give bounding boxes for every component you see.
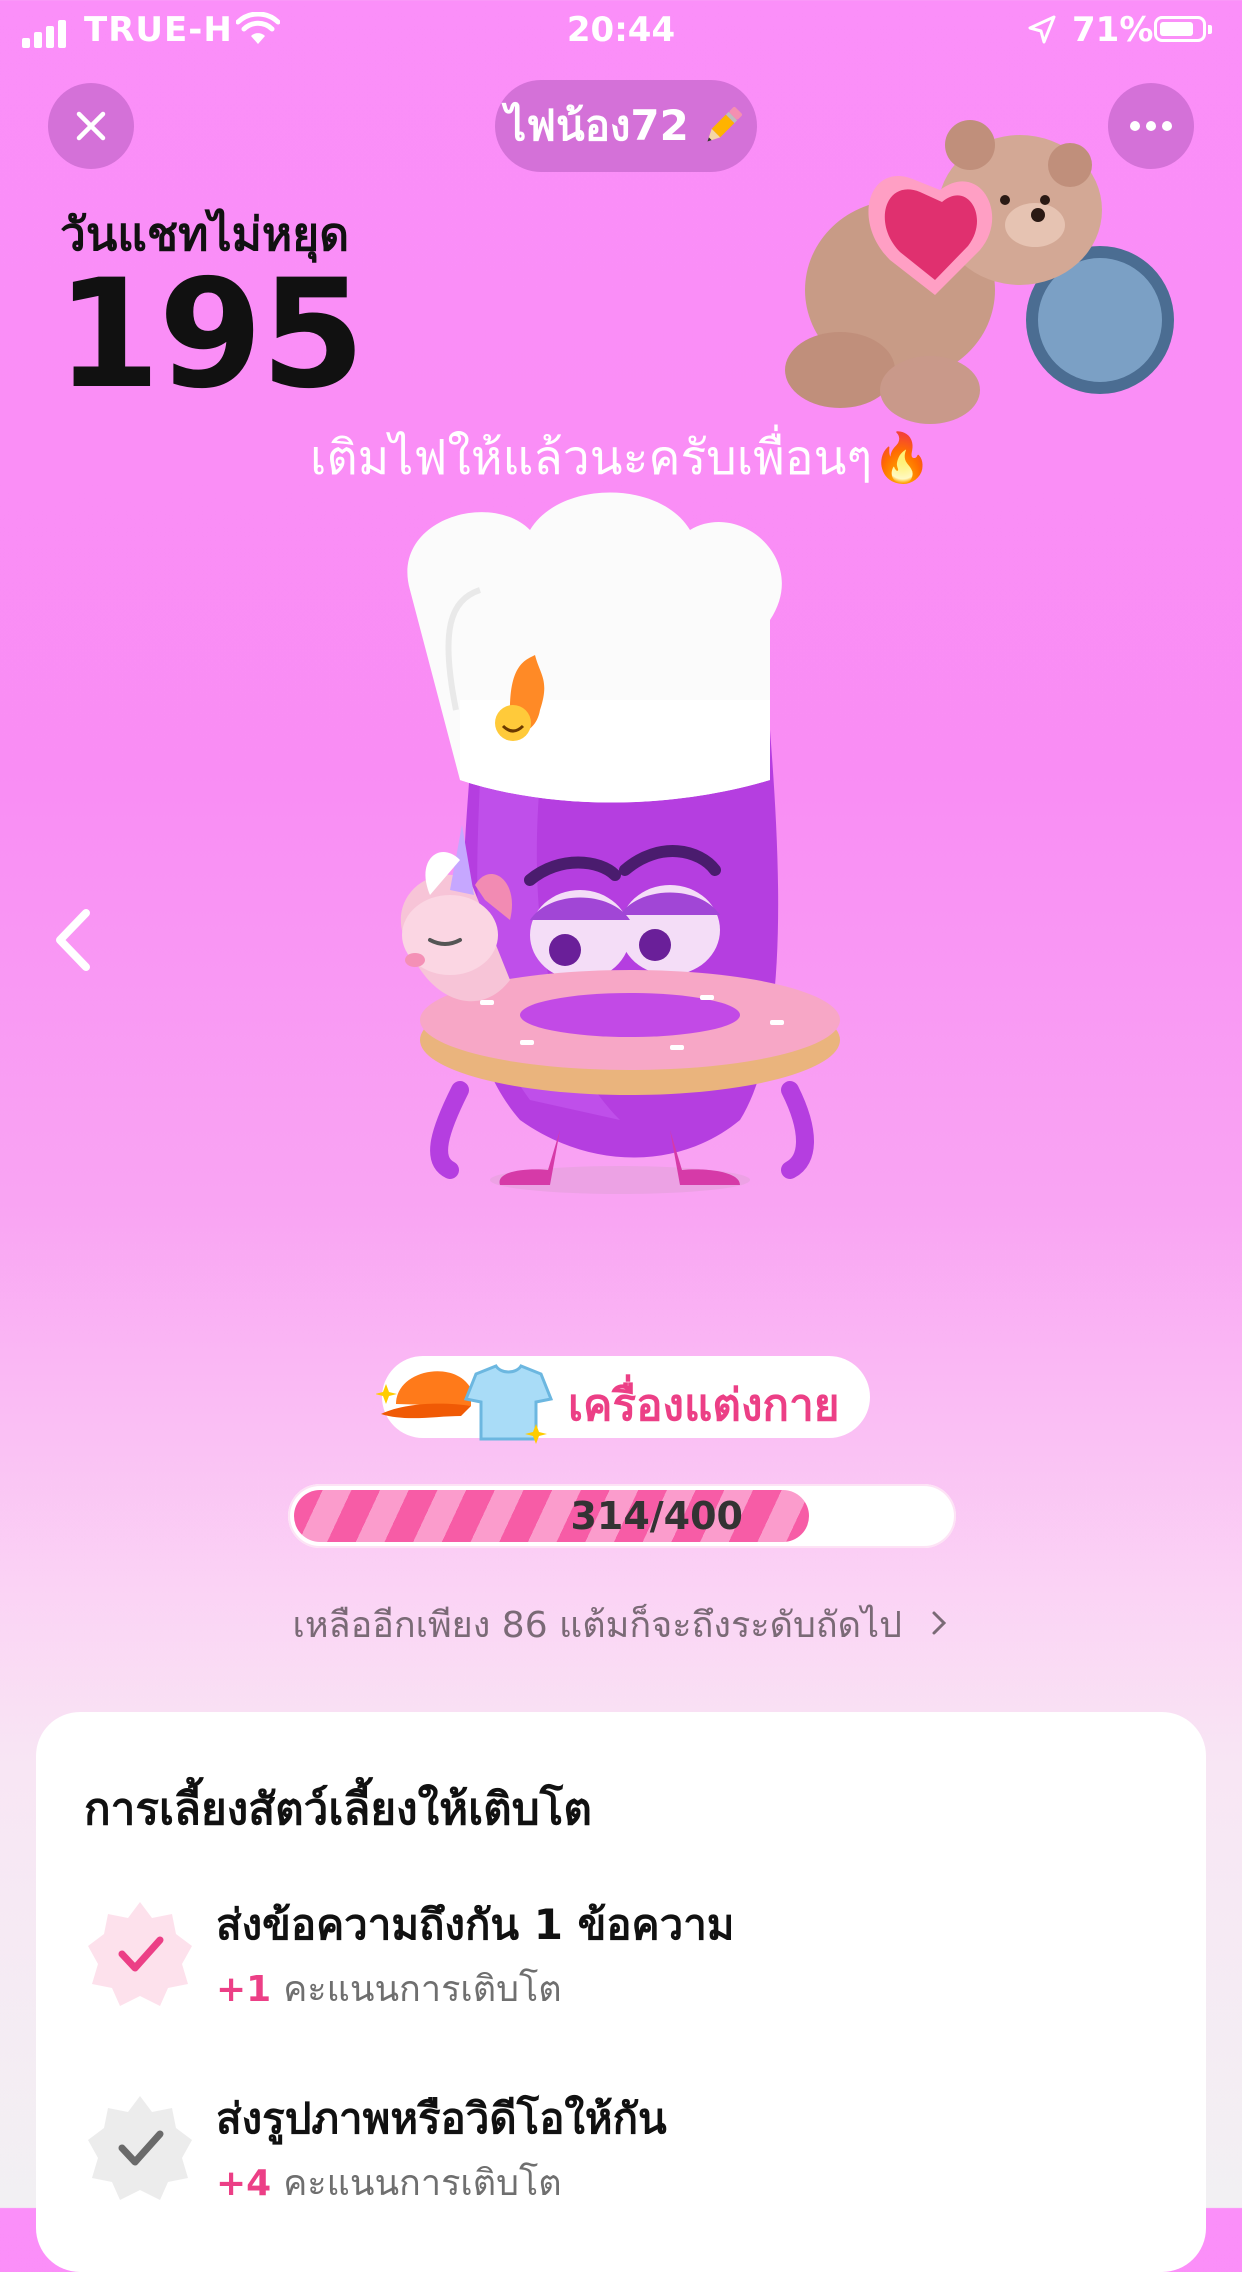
remaining-points-text: เหลืออีกเพียง 86 แต้มก็จะถึงระดับถัดไป xyxy=(292,1605,903,1646)
chevron-right-icon xyxy=(929,1605,949,1646)
status-bar: TRUE-H 20:44 71% xyxy=(0,0,1242,62)
growth-progress-bar: 314/400 xyxy=(288,1484,956,1548)
tshirt-icon xyxy=(463,1364,554,1441)
task-title: ส่งรูปภาพหรือวิดีโอให้กัน xyxy=(216,2094,667,2143)
previous-arrow-icon[interactable] xyxy=(48,905,98,975)
check-badge-icon xyxy=(88,1902,192,2006)
battery-icon xyxy=(1154,16,1212,42)
growth-card-heading: การเลี้ยงสัตว์เลี้ยงให้เติบโต xyxy=(84,1784,592,1835)
task-points-value: +4 xyxy=(216,2163,272,2204)
battery-percent: 71% xyxy=(1072,10,1154,50)
task-points: +4 คะแนนการเติบโต xyxy=(216,2154,562,2211)
task-points-value: +1 xyxy=(216,1969,272,2010)
task-item: ส่งรูปภาพหรือวิดีโอให้กัน +4 คะแนนการเติบ… xyxy=(84,2074,1154,2224)
task-item: ส่งข้อความถึงกัน 1 ข้อความ +1 คะแนนการเติ… xyxy=(84,1880,1154,2030)
close-button[interactable] xyxy=(48,83,134,169)
accessory-icons xyxy=(376,1364,554,1444)
friend-avatar-teddy-bear[interactable] xyxy=(780,120,1200,450)
next-level-link[interactable]: เหลืออีกเพียง 86 แต้มก็จะถึงระดับถัดไป xyxy=(0,1596,1242,1653)
task-title: ส่งข้อความถึงกัน 1 ข้อความ xyxy=(216,1900,735,1949)
accessory-button[interactable]: เครื่องแต่งกาย xyxy=(376,1356,870,1444)
cap-icon xyxy=(381,1371,471,1419)
task-points: +1 คะแนนการเติบโต xyxy=(216,1960,562,2017)
accessory-label: เครื่องแต่งกาย xyxy=(568,1380,840,1431)
growth-tasks-card: การเลี้ยงสัตว์เลี้ยงให้เติบโต ส่งข้อความ… xyxy=(36,1712,1206,2272)
check-badge-icon xyxy=(88,2096,192,2200)
pet-name-button[interactable]: ไฟน้อง72 xyxy=(495,80,757,172)
location-arrow-icon xyxy=(1026,14,1058,55)
close-icon xyxy=(76,111,106,141)
streak-days: 195 xyxy=(56,248,365,422)
pet-name: ไฟน้อง72 xyxy=(505,101,689,150)
task-points-label: คะแนนการเติบโต xyxy=(283,1969,562,2010)
pet-character[interactable] xyxy=(370,480,850,1200)
progress-value: 314/400 xyxy=(570,1494,743,1538)
pencil-icon xyxy=(707,107,742,142)
task-points-label: คะแนนการเติบโต xyxy=(283,2163,562,2204)
